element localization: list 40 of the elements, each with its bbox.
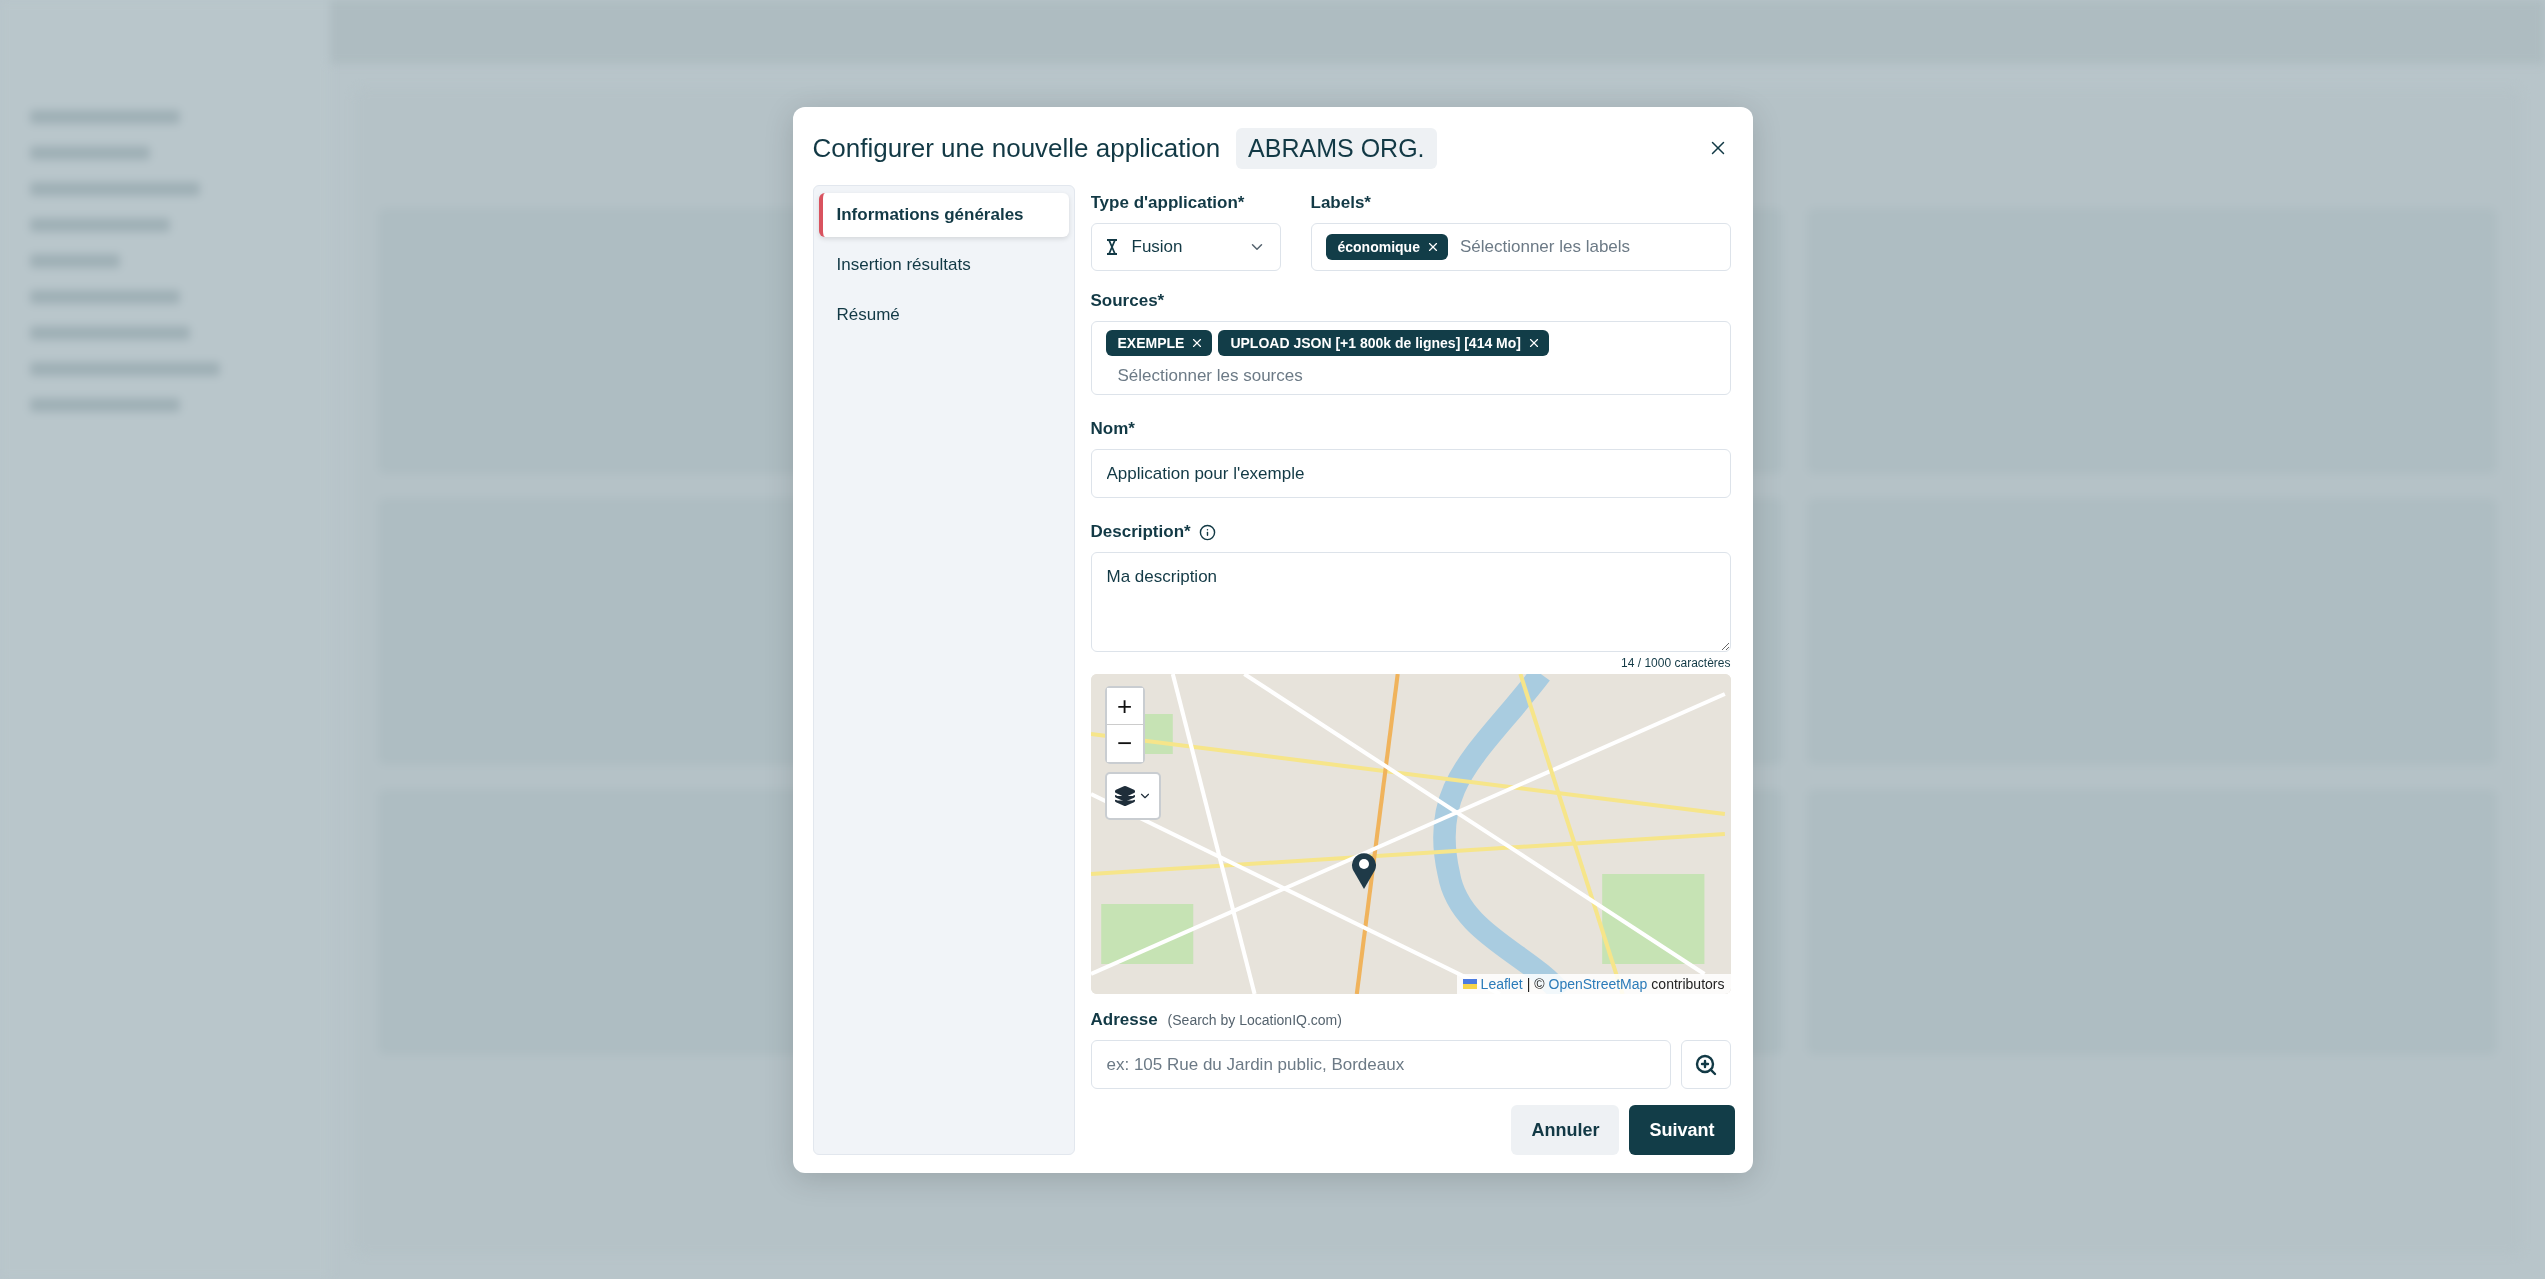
step-tab[interactable]: Informations générales — [818, 193, 1069, 237]
field-label: Adresse — [1090, 1010, 1158, 1030]
labels-select[interactable]: économique Sélectionner les labels — [1310, 223, 1731, 271]
organization-badge: ABRAMS ORG. — [1236, 127, 1437, 169]
source-chip: UPLOAD JSON [+1 800k de lignes] [414 Mo] — [1218, 330, 1549, 356]
field-hint: (Search by LocationIQ.com) — [1167, 1012, 1342, 1028]
leaflet-link[interactable]: Leaflet — [1480, 976, 1523, 992]
flag-icon — [1462, 979, 1477, 989]
search-icon — [1693, 1052, 1718, 1077]
search-button[interactable] — [1680, 1040, 1731, 1089]
dialog-title: Configurer une nouvelle application — [812, 132, 1221, 164]
label-chip: économique — [1325, 234, 1448, 260]
name-input[interactable]: Application pour l'exemple — [1090, 449, 1731, 498]
type-select[interactable]: Fusion — [1090, 223, 1281, 271]
step-tab[interactable]: Insertion résultats — [818, 243, 1069, 287]
field-label: Nom* — [1090, 419, 1136, 439]
hourglass-icon — [1105, 239, 1118, 255]
remove-icon[interactable] — [1527, 336, 1541, 350]
step-tab[interactable]: Résumé — [818, 293, 1069, 337]
layers-button[interactable] — [1104, 772, 1161, 820]
description-input[interactable]: Ma description — [1090, 552, 1731, 652]
select-placeholder: Sélectionner les labels — [1458, 237, 1631, 257]
layers-icon — [1113, 785, 1136, 807]
attribution-text: contributors — [1651, 976, 1725, 992]
address-input[interactable]: ex: 105 Rue du Jardin public, Bordeaux — [1090, 1040, 1671, 1089]
zoom-in-button[interactable]: + — [1106, 688, 1143, 725]
field-label: Type d'application* — [1090, 193, 1246, 213]
map-pin-icon — [1350, 852, 1377, 890]
field-label: Sources* — [1090, 291, 1166, 311]
sources-select[interactable]: EXEMPLE UPLOAD JSON [+1 800k de lignes] [414 Mo] Sélectionner les sources — [1090, 321, 1731, 395]
openstreetmap-link[interactable]: OpenStreetMap — [1548, 976, 1648, 992]
info-icon[interactable] — [1198, 523, 1216, 541]
next-button[interactable]: Suivant — [1629, 1105, 1735, 1155]
character-counter: 14 / 1000 caractères — [1621, 656, 1731, 670]
select-placeholder: Sélectionner les sources — [1116, 365, 1304, 386]
field-label: Description* — [1090, 522, 1191, 542]
cancel-button[interactable]: Annuler — [1511, 1105, 1620, 1155]
source-chip: EXEMPLE — [1105, 330, 1213, 356]
field-label: Labels* — [1310, 193, 1372, 213]
attribution-separator: | © — [1526, 976, 1545, 992]
